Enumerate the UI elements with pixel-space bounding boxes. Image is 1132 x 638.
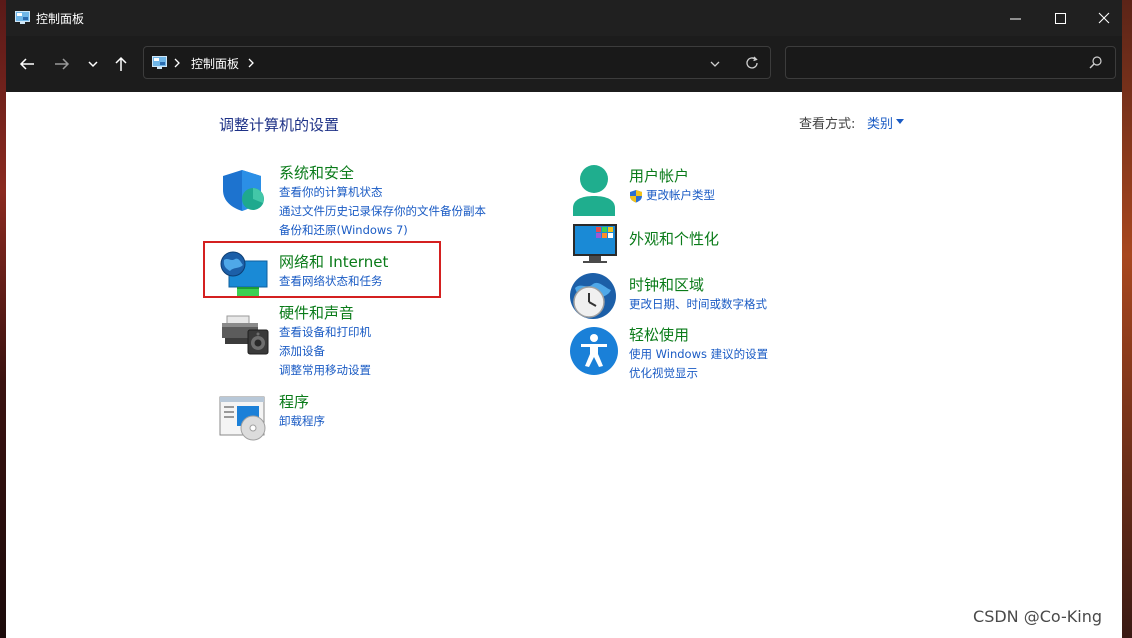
category-system-security: 系统和安全 查看你的计算机状态 通过文件历史记录保存你的文件备份副本 备份和还原… bbox=[279, 163, 486, 240]
page-title: 调整计算机的设置 bbox=[219, 116, 340, 134]
link-backup-restore[interactable]: 备份和还原(Windows 7) bbox=[279, 221, 486, 240]
control-panel-icon bbox=[152, 56, 167, 69]
navigation-bar: 控制面板 bbox=[6, 36, 1122, 92]
programs-icon[interactable] bbox=[219, 395, 269, 441]
window-title: 控制面板 bbox=[36, 12, 85, 26]
arrow-right-icon bbox=[55, 58, 70, 70]
link-view-computer-status[interactable]: 查看你的计算机状态 bbox=[279, 183, 486, 202]
refresh-icon[interactable] bbox=[745, 56, 759, 70]
accessibility-icon[interactable] bbox=[570, 326, 620, 376]
category-title[interactable]: 程序 bbox=[279, 392, 325, 412]
search-input[interactable] bbox=[792, 53, 1076, 73]
chevron-right-icon bbox=[174, 58, 180, 68]
clock-globe-icon[interactable] bbox=[569, 272, 619, 322]
category-title[interactable]: 用户帐户 bbox=[629, 166, 715, 186]
link-change-date-time-format[interactable]: 更改日期、时间或数字格式 bbox=[629, 295, 767, 314]
category-appearance: 外观和个性化 bbox=[629, 229, 719, 249]
link-optimize-visual-display[interactable]: 优化视觉显示 bbox=[629, 364, 768, 383]
minimize-button[interactable] bbox=[992, 0, 1038, 36]
link-mobility-settings[interactable]: 调整常用移动设置 bbox=[279, 361, 371, 380]
close-icon bbox=[1098, 12, 1110, 24]
up-button[interactable] bbox=[109, 54, 133, 74]
forward-button[interactable] bbox=[50, 54, 74, 74]
address-bar[interactable]: 控制面板 bbox=[143, 46, 771, 79]
category-programs: 程序 卸载程序 bbox=[279, 392, 325, 431]
search-box[interactable] bbox=[785, 46, 1116, 79]
category-title[interactable]: 系统和安全 bbox=[279, 163, 486, 183]
caret-down-icon[interactable] bbox=[896, 119, 904, 124]
back-button[interactable] bbox=[15, 54, 39, 74]
main-content: 调整计算机的设置 查看方式: 类别 系统和安全 查看你的计算机状态 通过文件历史… bbox=[6, 92, 1122, 638]
close-button[interactable] bbox=[1081, 0, 1127, 36]
watermark: CSDN @Co-King bbox=[973, 607, 1102, 626]
link-devices-printers[interactable]: 查看设备和打印机 bbox=[279, 323, 371, 342]
arrow-up-icon bbox=[115, 56, 127, 71]
recent-locations-button[interactable] bbox=[81, 54, 105, 74]
title-bar[interactable]: 控制面板 bbox=[6, 0, 1122, 36]
category-title[interactable]: 轻松使用 bbox=[629, 325, 768, 345]
user-account-icon[interactable] bbox=[571, 164, 617, 216]
breadcrumb-control-panel[interactable]: 控制面板 bbox=[191, 55, 239, 72]
uac-shield-icon bbox=[630, 189, 642, 202]
link-uninstall-program[interactable]: 卸载程序 bbox=[279, 412, 325, 431]
link-add-device[interactable]: 添加设备 bbox=[279, 342, 371, 361]
view-by-label: 查看方式: bbox=[799, 117, 856, 132]
category-user-accounts: 用户帐户 更改帐户类型 bbox=[629, 166, 715, 205]
category-ease-of-access: 轻松使用 使用 Windows 建议的设置 优化视觉显示 bbox=[629, 325, 768, 383]
category-hardware-sound: 硬件和声音 查看设备和打印机 添加设备 调整常用移动设置 bbox=[279, 303, 371, 380]
chevron-right-icon[interactable] bbox=[248, 58, 254, 68]
arrow-left-icon bbox=[19, 58, 34, 70]
highlight-box bbox=[203, 241, 441, 298]
category-title[interactable]: 硬件和声音 bbox=[279, 303, 371, 323]
control-panel-window: 控制面板 控制面板 调整计算机的设置 查看方式: 类别 系统和安全 查看你的计算… bbox=[6, 0, 1122, 638]
chevron-down-icon[interactable] bbox=[709, 59, 721, 69]
appearance-monitor-icon[interactable] bbox=[571, 222, 621, 264]
link-file-history-backup[interactable]: 通过文件历史记录保存你的文件备份副本 bbox=[279, 202, 486, 221]
category-title[interactable]: 时钟和区域 bbox=[629, 275, 767, 295]
link-change-account-type[interactable]: 更改帐户类型 bbox=[646, 186, 715, 205]
link-change-account-type-row: 更改帐户类型 bbox=[629, 186, 715, 205]
desktop-background-right bbox=[1122, 0, 1132, 638]
link-recommended-settings[interactable]: 使用 Windows 建议的设置 bbox=[629, 345, 768, 364]
category-title[interactable]: 外观和个性化 bbox=[629, 229, 719, 249]
category-clock-region: 时钟和区域 更改日期、时间或数字格式 bbox=[629, 275, 767, 314]
printer-speaker-icon[interactable] bbox=[221, 314, 271, 356]
maximize-icon bbox=[1054, 12, 1066, 24]
view-by-dropdown[interactable]: 类别 bbox=[867, 113, 893, 132]
control-panel-icon bbox=[15, 11, 30, 24]
minimize-icon bbox=[1009, 18, 1021, 19]
search-icon[interactable] bbox=[1089, 56, 1102, 69]
chevron-down-icon bbox=[88, 61, 98, 68]
security-shield-icon[interactable] bbox=[221, 168, 267, 212]
maximize-button[interactable] bbox=[1037, 0, 1083, 36]
